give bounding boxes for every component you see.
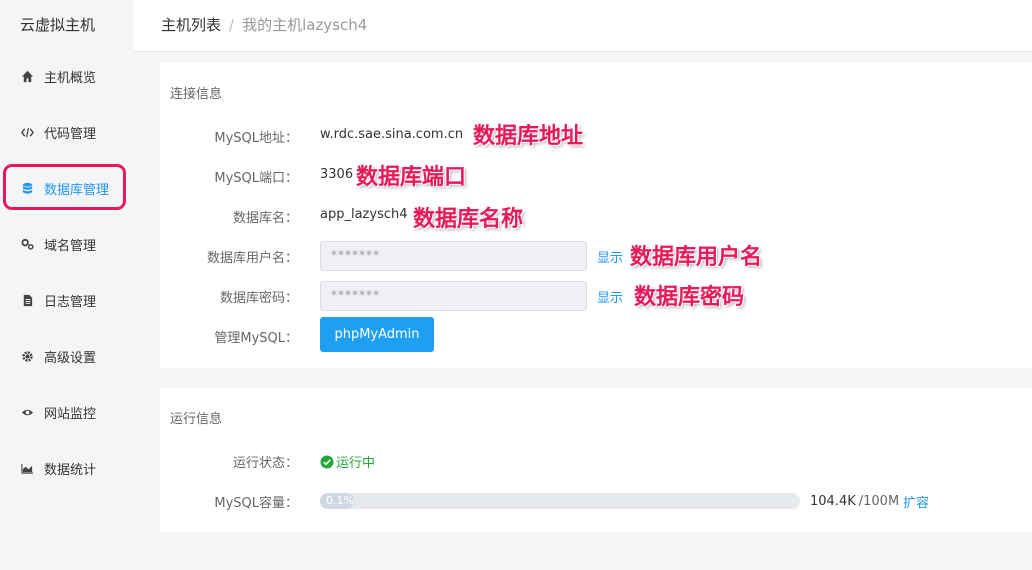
- gears-icon: [20, 237, 34, 251]
- mysql-port-label: MySQL端口：: [214, 171, 298, 186]
- sidebar-item-logs[interactable]: 日志管理: [0, 280, 134, 320]
- sidebar-item-label: 日志管理: [44, 294, 97, 310]
- main-content: 连接信息 MySQL地址： w.rdc.sae.sina.com.cn 数据库地…: [134, 52, 1032, 570]
- top-bar: 主机列表 / 我的主机lazysch4: [134, 0, 1032, 52]
- capacity-used: 104.4K: [810, 494, 856, 509]
- capacity-usage: 104.4K /100M 扩容: [810, 492, 929, 511]
- sidebar-item-label: 主机概览: [44, 70, 97, 86]
- db-password-field[interactable]: *******: [320, 281, 587, 311]
- capacity-progress-bar: 0.1%: [320, 493, 800, 509]
- capacity-percent: 0.1%: [326, 494, 354, 507]
- mysql-address-label: MySQL地址：: [214, 131, 298, 146]
- annotation-name: 数据库名称: [413, 206, 524, 232]
- manage-mysql-label: 管理MySQL：: [214, 331, 298, 346]
- check-circle-icon: [320, 455, 334, 468]
- status-value: 运行中: [320, 452, 375, 471]
- sidebar-item-label: 高级设置: [44, 350, 97, 366]
- breadcrumb: 主机列表 / 我的主机lazysch4: [161, 14, 367, 35]
- annotation-user: 数据库用户名: [630, 244, 763, 270]
- sidebar-item-monitor[interactable]: 网站监控: [0, 392, 134, 432]
- sidebar-item-settings[interactable]: 高级设置: [0, 336, 134, 376]
- sidebar-item-label: 域名管理: [44, 238, 97, 254]
- db-user-field[interactable]: *******: [320, 241, 587, 271]
- gear-icon: [20, 349, 34, 363]
- db-user-label: 数据库用户名：: [206, 251, 298, 266]
- sidebar-item-domain[interactable]: 域名管理: [0, 224, 134, 264]
- db-password-label: 数据库密码：: [219, 291, 298, 306]
- code-icon: [20, 125, 34, 139]
- mysql-address-value: w.rdc.sae.sina.com.cn: [320, 127, 464, 142]
- expand-link[interactable]: 扩容: [903, 492, 929, 511]
- db-name-label: 数据库名：: [232, 211, 298, 226]
- capacity-total: /100M: [858, 494, 900, 509]
- show-user-link[interactable]: 显示: [597, 247, 623, 266]
- sidebar-title: 云虚拟主机: [20, 16, 96, 34]
- sidebar-item-label: 数据库管理: [44, 182, 110, 198]
- mysql-port-value: 3306: [320, 167, 354, 182]
- sidebar: 云虚拟主机 主机概览 代码管理 数据库管理 域名管理 日志管理 高级设置 网站监…: [0, 0, 134, 570]
- annotation-password: 数据库密码: [634, 284, 745, 310]
- sidebar-item-label: 数据统计: [44, 462, 97, 478]
- connection-info-card: 连接信息 MySQL地址： w.rdc.sae.sina.com.cn 数据库地…: [160, 63, 1032, 368]
- sidebar-item-code[interactable]: 代码管理: [0, 112, 134, 152]
- database-icon: [20, 181, 34, 195]
- home-icon: [20, 69, 34, 83]
- section-title-connection: 连接信息: [170, 87, 223, 102]
- breadcrumb-current: 我的主机lazysch4: [242, 16, 368, 34]
- sidebar-item-label: 代码管理: [44, 126, 97, 142]
- status-text: 运行中: [336, 456, 376, 471]
- breadcrumb-host-list[interactable]: 主机列表: [161, 14, 221, 35]
- sidebar-item-stats[interactable]: 数据统计: [0, 448, 134, 488]
- breadcrumb-separator: /: [229, 15, 235, 34]
- section-title-runtime: 运行信息: [170, 412, 223, 427]
- sidebar-item-overview[interactable]: 主机概览: [0, 56, 134, 96]
- annotation-port: 数据库端口: [356, 164, 467, 190]
- file-icon: [20, 293, 34, 307]
- sidebar-item-label: 网站监控: [44, 406, 97, 422]
- runtime-info-card: 运行信息 运行状态： 运行中 MySQL容量： 0.1% 104.4K /100…: [160, 388, 1032, 532]
- status-label: 运行状态：: [232, 456, 298, 471]
- sidebar-item-database[interactable]: 数据库管理: [0, 168, 134, 208]
- annotation-address: 数据库地址: [473, 123, 584, 149]
- phpmyadmin-button[interactable]: phpMyAdmin: [320, 317, 434, 352]
- area-chart-icon: [20, 461, 34, 475]
- show-password-link[interactable]: 显示: [597, 287, 623, 306]
- capacity-label: MySQL容量：: [214, 496, 298, 511]
- eye-icon: [20, 405, 34, 419]
- db-name-value: app_lazysch4: [320, 207, 408, 222]
